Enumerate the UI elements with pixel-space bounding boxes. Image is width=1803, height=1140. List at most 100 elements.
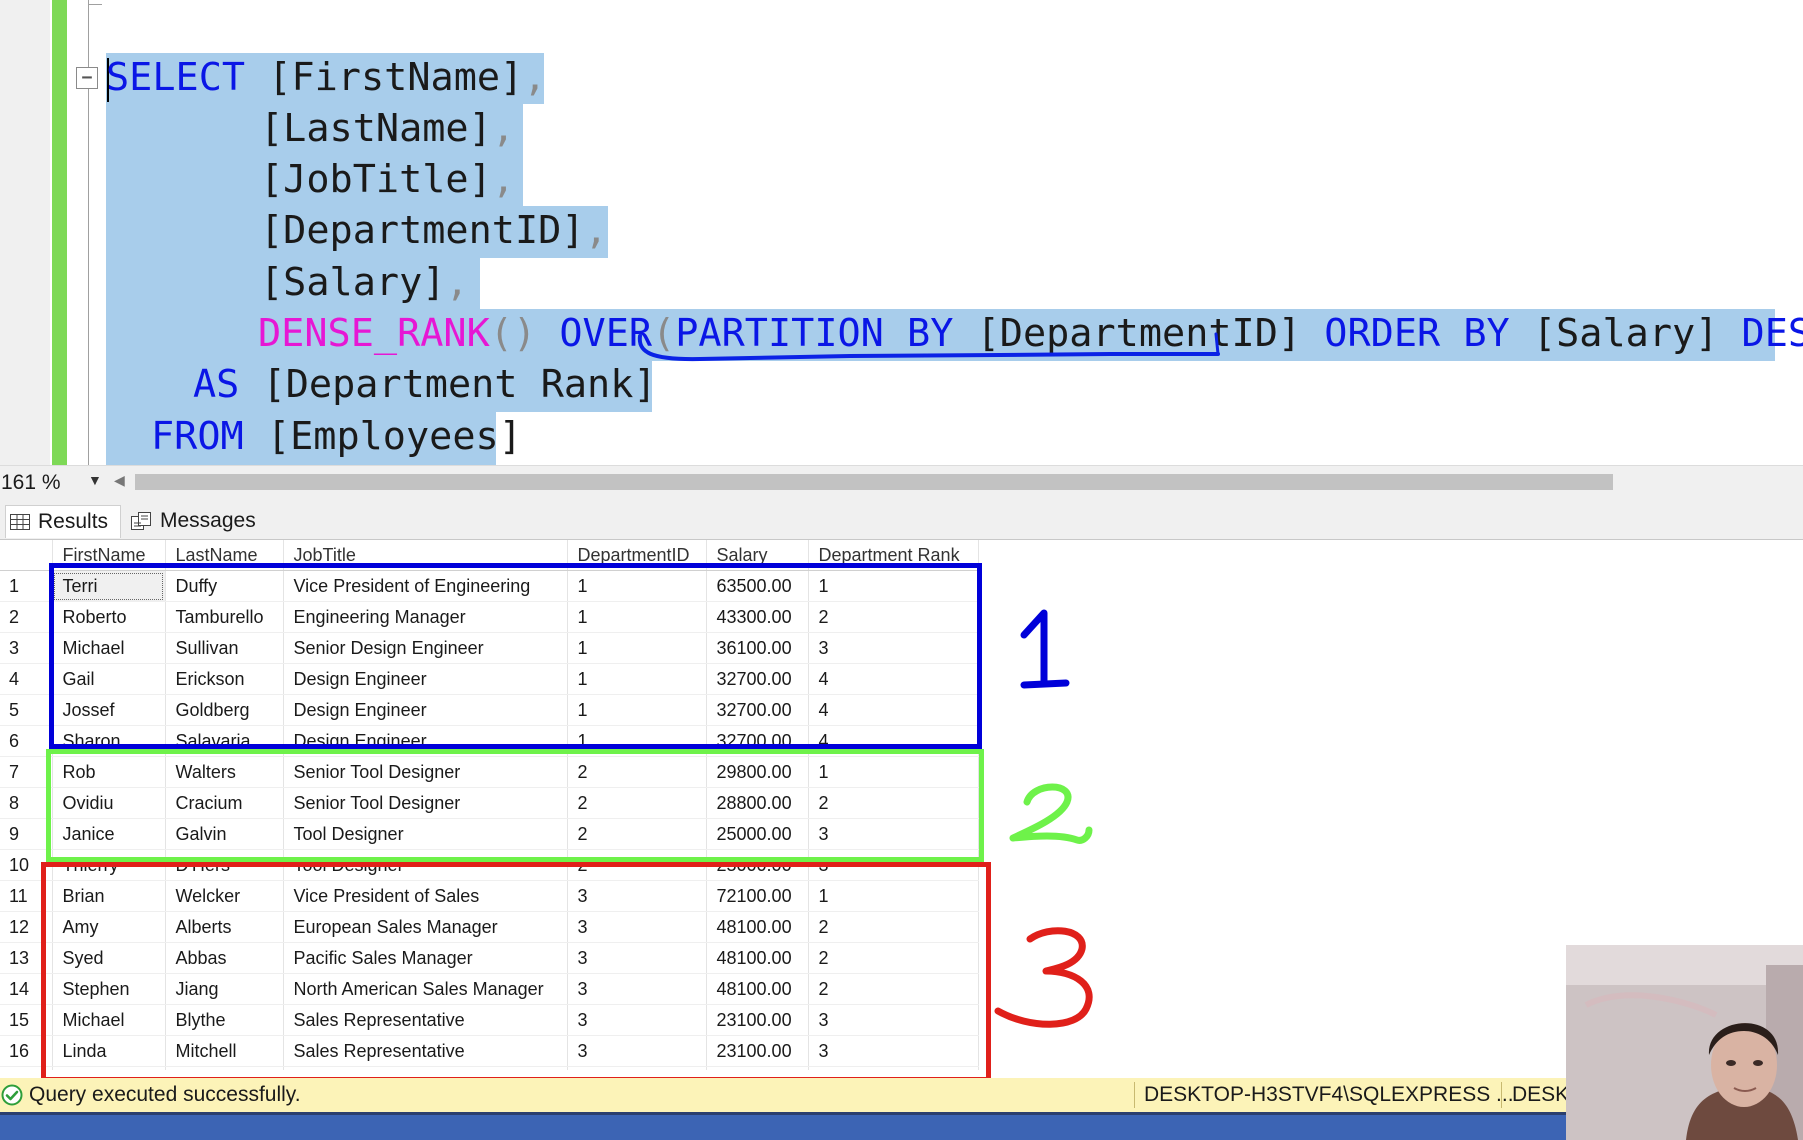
row-number[interactable]: 13 <box>0 942 53 974</box>
grid-cell[interactable]: Jossef <box>52 694 166 726</box>
column-header[interactable]: Salary <box>706 540 809 571</box>
grid-cell[interactable]: European Sales Manager <box>283 911 568 943</box>
grid-cell[interactable]: Cracium <box>165 787 284 819</box>
table-row[interactable]: 4 Gail Erickson Design Engineer 1 32700.00 4 <box>0 663 979 695</box>
grid-cell[interactable]: D'Hers <box>165 849 284 881</box>
table-row[interactable]: 14 Stephen Jiang North American Sales Manag… <box>0 973 979 1005</box>
header-corner[interactable] <box>0 540 53 571</box>
grid-cell[interactable]: 3 <box>808 1066 979 1070</box>
grid-cell[interactable]: Design Engineer <box>283 725 568 757</box>
grid-cell[interactable]: Sullivan <box>165 632 284 664</box>
grid-cell[interactable]: Tool Designer <box>283 849 568 881</box>
grid-cell[interactable]: 1 <box>567 725 707 757</box>
table-row[interactable]: 8 Ovidiu Cracium Senior Tool Designer 2 28800… <box>0 787 979 819</box>
row-number[interactable]: 14 <box>0 973 53 1005</box>
grid-cell[interactable]: 4 <box>808 694 979 726</box>
grid-cell[interactable]: Michael <box>52 632 166 664</box>
grid-cell[interactable]: Rob <box>52 756 166 788</box>
grid-cell[interactable]: 3 <box>808 818 979 850</box>
table-row[interactable]: 5 Jossef Goldberg Design Engineer 1 32700.00 4 <box>0 694 979 726</box>
column-header[interactable]: DepartmentID <box>567 540 707 571</box>
table-row[interactable]: 6 Sharon Salavaria Design Engineer 1 32700.00… <box>0 725 979 757</box>
table-row[interactable]: 12 Amy Alberts European Sales Manager 3 48100… <box>0 911 979 943</box>
grid-cell[interactable]: Walters <box>165 756 284 788</box>
grid-cell[interactable]: 2 <box>808 787 979 819</box>
grid-cell[interactable]: 1 <box>808 756 979 788</box>
table-row[interactable]: 9 Janice Galvin Tool Designer 2 25000.00 3 <box>0 818 979 850</box>
table-row[interactable]: 13 Syed Abbas Pacific Sales Manager 3 48100.0… <box>0 942 979 974</box>
grid-cell[interactable]: Pacific Sales Manager <box>283 942 568 974</box>
grid-cell[interactable]: 4 <box>808 725 979 757</box>
grid-cell[interactable]: 3 <box>567 880 707 912</box>
table-row[interactable]: 15 Michael Blythe Sales Representative 3 2310… <box>0 1004 979 1036</box>
results-grid[interactable]: FirstName LastName JobTitle DepartmentID… <box>0 539 1803 1070</box>
grid-cell[interactable]: Alberts <box>165 911 284 943</box>
grid-cell[interactable]: Galvin <box>165 818 284 850</box>
grid-cell[interactable]: Sales Representative <box>283 1035 568 1067</box>
row-number[interactable]: 8 <box>0 787 53 819</box>
grid-cell[interactable]: 23100.00 <box>706 1035 809 1067</box>
grid-cell[interactable]: 63500.00 <box>706 570 809 602</box>
grid-cell[interactable]: 28800.00 <box>706 787 809 819</box>
tab-results[interactable]: Results <box>5 505 122 538</box>
grid-cell[interactable]: 2 <box>567 818 707 850</box>
horizontal-scrollbar-thumb[interactable] <box>135 474 1613 490</box>
grid-cell[interactable]: Stephen <box>52 973 166 1005</box>
grid-cell[interactable]: Erickson <box>165 663 284 695</box>
grid-cell[interactable]: 2 <box>808 942 979 974</box>
grid-cell[interactable]: Welcker <box>165 880 284 912</box>
grid-cell[interactable]: 3 <box>567 1066 707 1070</box>
grid-cell[interactable]: 2 <box>808 911 979 943</box>
grid-cell[interactable]: 3 <box>808 1035 979 1067</box>
grid-cell[interactable]: 36100.00 <box>706 632 809 664</box>
row-number[interactable]: 12 <box>0 911 53 943</box>
grid-cell[interactable]: Design Engineer <box>283 694 568 726</box>
grid-cell[interactable]: Salavaria <box>165 725 284 757</box>
row-number[interactable]: 6 <box>0 725 53 757</box>
grid-cell[interactable]: North American Sales Manager <box>283 973 568 1005</box>
grid-cell[interactable]: 1 <box>567 601 707 633</box>
grid-cell[interactable]: Mitchell <box>165 1035 284 1067</box>
column-header[interactable]: FirstName <box>52 540 166 571</box>
grid-cell[interactable]: Roberto <box>52 601 166 633</box>
grid-cell[interactable]: Design Engineer <box>283 663 568 695</box>
table-row[interactable]: 10 Thierry D'Hers Tool Designer 2 25000.00 3 <box>0 849 979 881</box>
grid-cell[interactable]: Senior Tool Designer <box>283 756 568 788</box>
grid-cell[interactable]: 2 <box>567 756 707 788</box>
grid-cell[interactable]: 32700.00 <box>706 663 809 695</box>
grid-cell[interactable]: Goldberg <box>165 694 284 726</box>
grid-cell[interactable]: 23100.00 <box>706 1066 809 1070</box>
grid-cell[interactable]: Tamburello <box>165 601 284 633</box>
grid-cell[interactable]: Gail <box>52 663 166 695</box>
table-row[interactable]: 3 Michael Sullivan Senior Design Engineer 1 3… <box>0 632 979 664</box>
scroll-left-icon[interactable]: ◀ <box>114 472 125 489</box>
grid-cell[interactable]: Linda <box>52 1035 166 1067</box>
table-row[interactable]: 1 Terri Duffy Vice President of Engineering… <box>0 570 979 602</box>
grid-cell[interactable]: 3 <box>808 849 979 881</box>
grid-cell[interactable]: 3 <box>567 1035 707 1067</box>
query-editor[interactable]: − SELECT [FirstName], [LastName], [JobTi… <box>0 0 1803 465</box>
grid-cell[interactable]: Engineering Manager <box>283 601 568 633</box>
grid-cell[interactable]: Senior Tool Designer <box>283 787 568 819</box>
row-number[interactable]: 17 <box>0 1066 53 1070</box>
row-number[interactable]: 2 <box>0 601 53 633</box>
grid-cell[interactable]: 1 <box>567 663 707 695</box>
grid-cell[interactable]: Tool Designer <box>283 818 568 850</box>
grid-cell[interactable]: 3 <box>567 911 707 943</box>
grid-cell[interactable]: 1 <box>808 570 979 602</box>
grid-cell[interactable]: 3 <box>808 1004 979 1036</box>
grid-cell[interactable]: 29800.00 <box>706 756 809 788</box>
row-number[interactable]: 11 <box>0 880 53 912</box>
grid-cell[interactable]: Janice <box>52 818 166 850</box>
table-row[interactable]: 16 Linda Mitchell Sales Representative 3 2310… <box>0 1035 979 1067</box>
column-header[interactable]: LastName <box>165 540 284 571</box>
grid-cell[interactable]: 2 <box>808 973 979 1005</box>
grid-cell[interactable]: 43300.00 <box>706 601 809 633</box>
grid-cell[interactable]: Sales Representative <box>283 1066 568 1070</box>
row-number[interactable]: 7 <box>0 756 53 788</box>
grid-cell[interactable]: 1 <box>567 694 707 726</box>
grid-cell[interactable]: Thierry <box>52 849 166 881</box>
grid-cell[interactable]: Jillian <box>52 1066 166 1070</box>
grid-cell[interactable]: Jiang <box>165 973 284 1005</box>
table-row[interactable]: 11 Brian Welcker Vice President of Sales 3 72… <box>0 880 979 912</box>
